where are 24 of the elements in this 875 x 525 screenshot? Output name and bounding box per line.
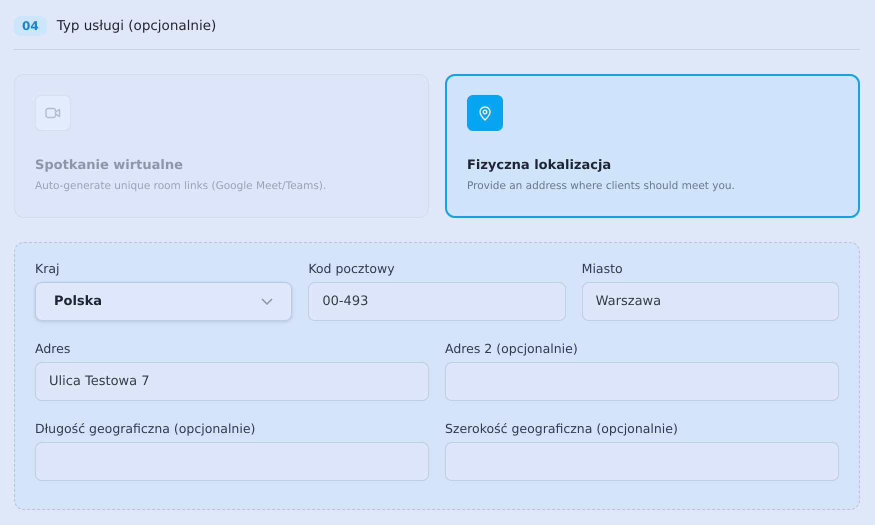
field-label: Miasto [582,261,624,276]
location-pin-icon [479,106,491,120]
input-field[interactable] [445,442,839,481]
input-field[interactable]: 00-493 [308,282,566,321]
input-field[interactable]: Warszawa [582,282,839,321]
step-number-badge: 04 [14,16,47,36]
chevron-down-icon [261,298,274,305]
option-description: Provide an address where clients should meet you. [467,180,736,192]
section-title: Typ usługi (opcjonalnie) [56,18,216,34]
field-label: Kod pocztowy [308,261,396,276]
input-field[interactable] [445,362,839,401]
option-title: Spotkanie wirtualne [35,158,184,173]
service-type-card[interactable]: Fizyczna lokalizacja Provide an address where clients should meet you. [445,74,860,218]
input-field[interactable] [35,442,429,481]
field-label: Szerokość geograficzna (opcjonalnie) [445,421,679,436]
field-label: Adres [35,341,72,356]
field-label: Kraj [35,261,60,276]
field-label: Długość geograficzna (opcjonalnie) [35,421,256,436]
option-title: Fizyczna lokalizacja [467,158,612,173]
field-label: Adres 2 (opcjonalnie) [445,341,579,356]
country-dropdown[interactable]: Polska [35,282,292,321]
video-camera-icon [45,107,61,119]
input-field[interactable]: Ulica Testowa 7 [35,362,429,401]
option-description: Auto-generate unique room links (Google Meet/Teams). [35,180,328,192]
